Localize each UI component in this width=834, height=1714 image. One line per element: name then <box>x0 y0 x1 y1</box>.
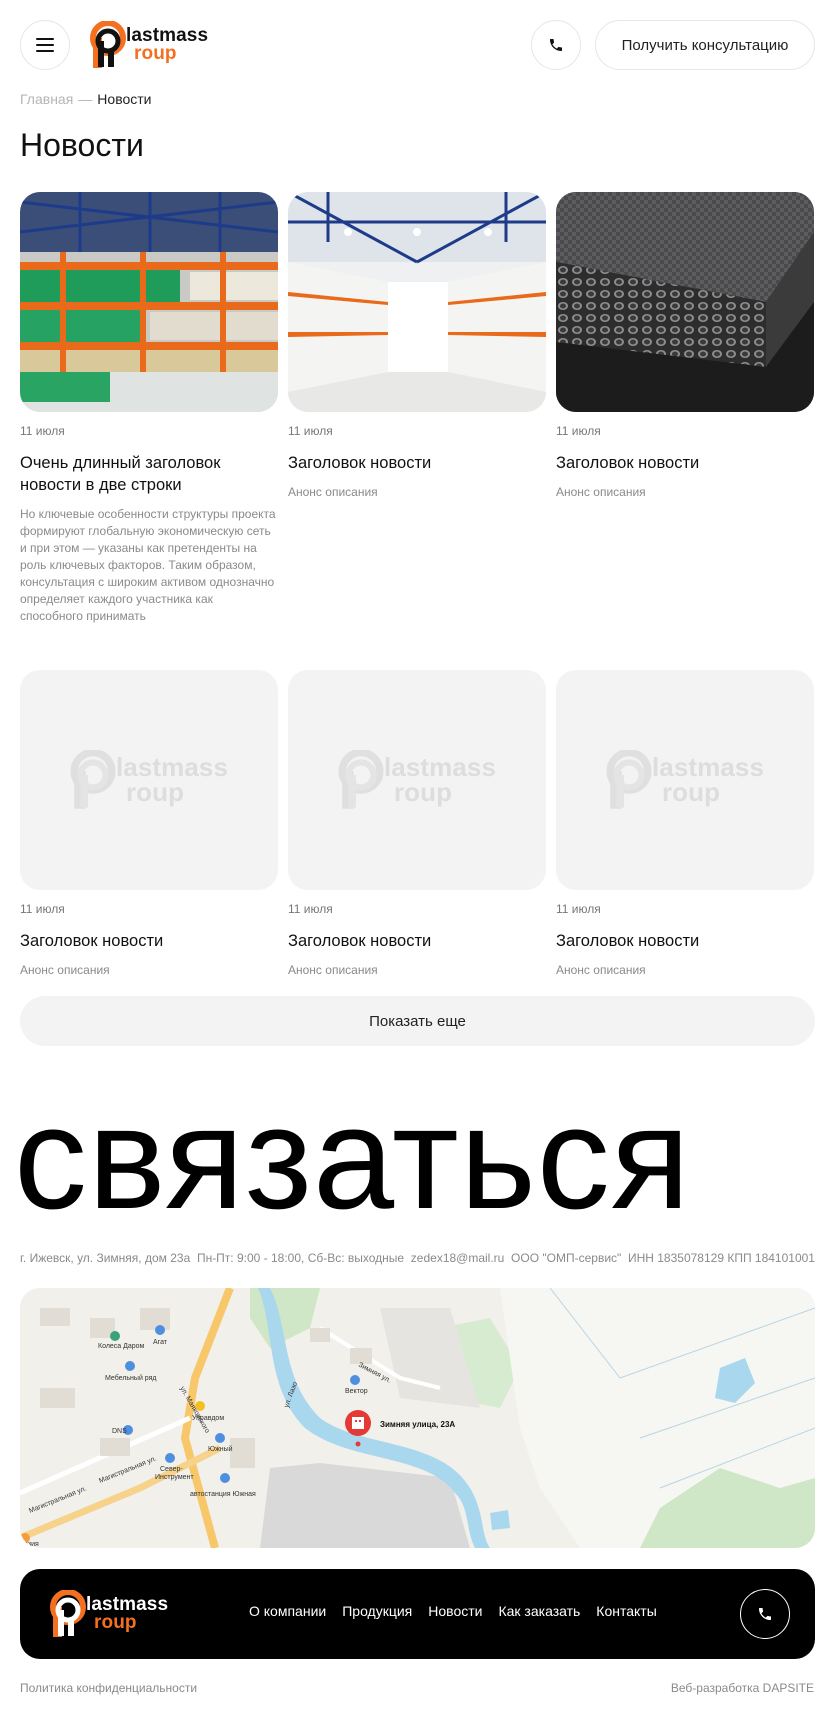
news-description: Анонс описания <box>288 485 378 499</box>
contact-email[interactable]: zedex18@mail.ru <box>411 1251 505 1265</box>
map-label: Инструмент <box>155 1474 194 1481</box>
breadcrumb-home-link[interactable]: Главная <box>20 91 73 107</box>
news-date: 11 июля <box>556 424 601 438</box>
menu-button[interactable] <box>20 20 70 70</box>
news-title[interactable]: Заголовок новости <box>556 930 814 952</box>
placeholder-logo: lastmass roup <box>70 750 228 810</box>
footer-nav-news[interactable]: Новости <box>428 1603 482 1619</box>
location-map[interactable]: Колеса Даром Агат Мебельный ряд Управдом… <box>20 1288 815 1548</box>
logo-text: lastmass roup <box>126 26 208 64</box>
site-header: lastmass roup Получить консультацию <box>20 20 815 70</box>
news-date: 11 июля <box>20 424 65 438</box>
hamburger-icon <box>36 38 54 52</box>
contact-heading: связаться <box>14 1076 691 1239</box>
news-description: Анонс описания <box>556 963 646 977</box>
map-label: Мебельный ряд <box>105 1374 157 1382</box>
consultation-button[interactable]: Получить консультацию <box>595 20 815 70</box>
news-card[interactable]: lastmass roup 11 июля Заголовок новости … <box>556 670 814 979</box>
news-title[interactable]: Очень длинный заголовок новости в две ст… <box>20 452 278 496</box>
logo-line2: roup <box>94 1612 137 1633</box>
news-date: 11 июля <box>20 902 65 916</box>
news-title[interactable]: Заголовок новости <box>556 452 814 474</box>
news-title[interactable]: Заголовок новости <box>288 452 546 474</box>
footer-nav: О компании Продукция Новости Как заказат… <box>249 1603 657 1619</box>
show-more-button[interactable]: Показать еще <box>20 996 815 1046</box>
map-label: автостанция Южная <box>190 1491 256 1498</box>
logo-mark-icon <box>338 750 384 809</box>
news-date: 11 июля <box>288 424 333 438</box>
footer-logo[interactable]: lastmass roup <box>50 1589 168 1639</box>
placeholder-logo: lastmass roup <box>338 750 496 810</box>
news-image-warehouse-green[interactable] <box>20 192 278 412</box>
map-label: Вектор <box>345 1388 368 1395</box>
news-card[interactable]: 11 июля Заголовок новости Анонс описания <box>556 192 814 501</box>
news-image-placeholder[interactable]: lastmass roup <box>20 670 278 890</box>
map-label: Южный <box>208 1445 233 1453</box>
map-label: Север- <box>160 1466 183 1473</box>
news-title[interactable]: Заголовок новости <box>288 930 546 952</box>
news-title[interactable]: Заголовок новости <box>20 930 278 952</box>
news-image-placeholder[interactable]: lastmass roup <box>556 670 814 890</box>
map-label: Колеса Даром <box>98 1343 145 1350</box>
news-date: 11 июля <box>288 902 333 916</box>
placeholder-logo: lastmass roup <box>606 750 764 810</box>
contact-hours: Пн-Пт: 9:00 - 18:00, Сб-Вс: выходные <box>196 1251 405 1265</box>
logo-mark-icon <box>90 21 126 68</box>
map-label: DNS <box>112 1428 127 1435</box>
developer-credit[interactable]: Веб-разработка DAPSITE <box>671 1681 814 1695</box>
contacts-row: г. Ижевск, ул. Зимняя, дом 23а Пн-Пт: 9:… <box>20 1251 815 1265</box>
page-title: Новости <box>20 127 144 163</box>
logo-line2: roup <box>134 43 177 64</box>
news-image-honeycomb-panel[interactable] <box>556 192 814 412</box>
news-description: Анонс описания <box>20 963 110 977</box>
logo-text: lastmass roup <box>86 1595 168 1633</box>
news-card[interactable]: 11 июля Заголовок новости Анонс описания <box>288 192 546 501</box>
news-description: Анонс описания <box>288 963 378 977</box>
logo-mark-icon <box>50 1590 86 1637</box>
news-card[interactable]: lastmass roup 11 июля Заголовок новости … <box>20 670 278 979</box>
phone-button[interactable] <box>531 20 581 70</box>
breadcrumb-separator: — <box>78 91 93 107</box>
news-date: 11 июля <box>556 902 601 916</box>
footer-nav-about[interactable]: О компании <box>249 1603 326 1619</box>
news-description: Но ключевые особенности структуры проект… <box>20 507 276 623</box>
contact-address: г. Ижевск, ул. Зимняя, дом 23а <box>20 1251 191 1265</box>
map-canvas[interactable]: Колеса Даром Агат Мебельный ряд Управдом… <box>20 1288 815 1548</box>
news-image-placeholder[interactable]: lastmass roup <box>288 670 546 890</box>
contact-inn: ИНН 1835078129 КПП 184101001 <box>627 1251 815 1265</box>
breadcrumb: Главная — Новости <box>20 91 152 107</box>
breadcrumb-current: Новости <box>97 91 152 107</box>
placeholder-logo-line2: roup <box>125 777 185 807</box>
logo-mark-icon <box>606 750 652 809</box>
news-card[interactable]: lastmass roup 11 июля Заголовок новости … <box>288 670 546 979</box>
map-label: лазия <box>20 1541 39 1548</box>
site-footer: lastmass roup О компании Продукция Новос… <box>20 1569 815 1659</box>
map-label: Агат <box>153 1339 168 1346</box>
contact-company: ООО "ОМП-сервис" <box>511 1251 622 1265</box>
footer-nav-how-to-order[interactable]: Как заказать <box>498 1603 580 1619</box>
logo-mark-icon <box>70 750 116 809</box>
news-image-warehouse-white[interactable] <box>288 192 546 412</box>
footer-nav-contacts[interactable]: Контакты <box>596 1603 656 1619</box>
placeholder-logo-line2: roup <box>393 777 453 807</box>
site-logo[interactable]: lastmass roup <box>90 20 208 70</box>
placeholder-logo-line2: roup <box>661 777 721 807</box>
phone-icon <box>759 1608 771 1620</box>
footer-phone-button[interactable] <box>740 1589 790 1639</box>
news-card[interactable]: 11 июля Очень длинный заголовок новости … <box>20 192 278 625</box>
phone-icon <box>550 39 562 51</box>
map-pin-label: Зимняя улица, 23А <box>380 1420 455 1429</box>
privacy-link[interactable]: Политика конфиденциальности <box>20 1681 197 1695</box>
news-description: Анонс описания <box>556 485 646 499</box>
footer-nav-products[interactable]: Продукция <box>342 1603 412 1619</box>
